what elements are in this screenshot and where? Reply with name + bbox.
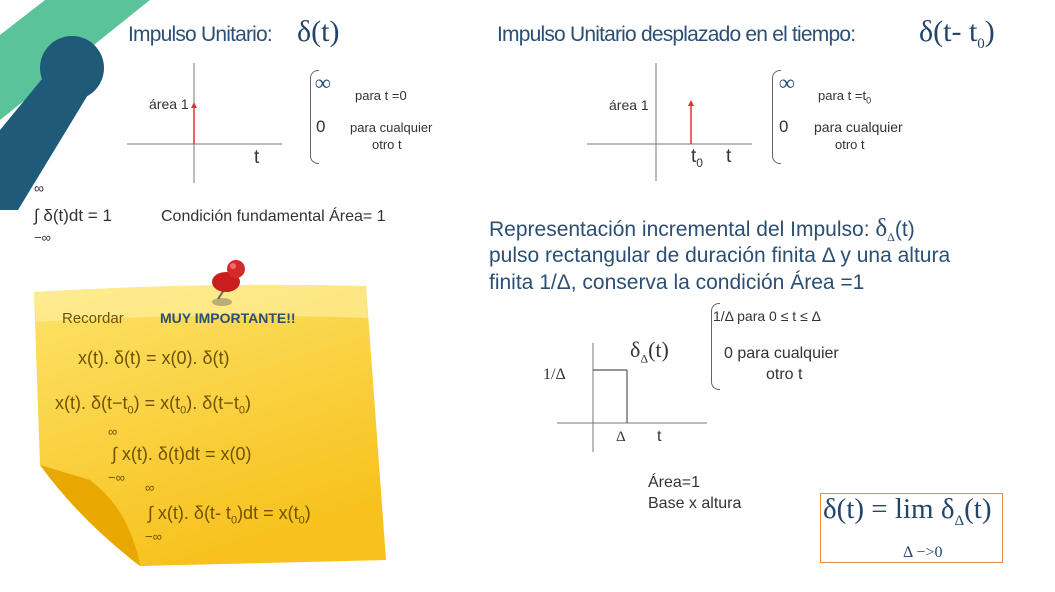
area-equals-1: Área=1 [648, 474, 701, 491]
pulse-height-label: 1/Δ [543, 366, 566, 383]
pulse-t-label: t [657, 428, 662, 445]
limit-expression: δ(t) = lim δΔ(t) [823, 493, 992, 529]
limit-condition: Δ −>0 [903, 544, 943, 561]
base-times-height: Base x altura [648, 495, 742, 512]
pulse-delta-label: Δ [616, 429, 626, 445]
